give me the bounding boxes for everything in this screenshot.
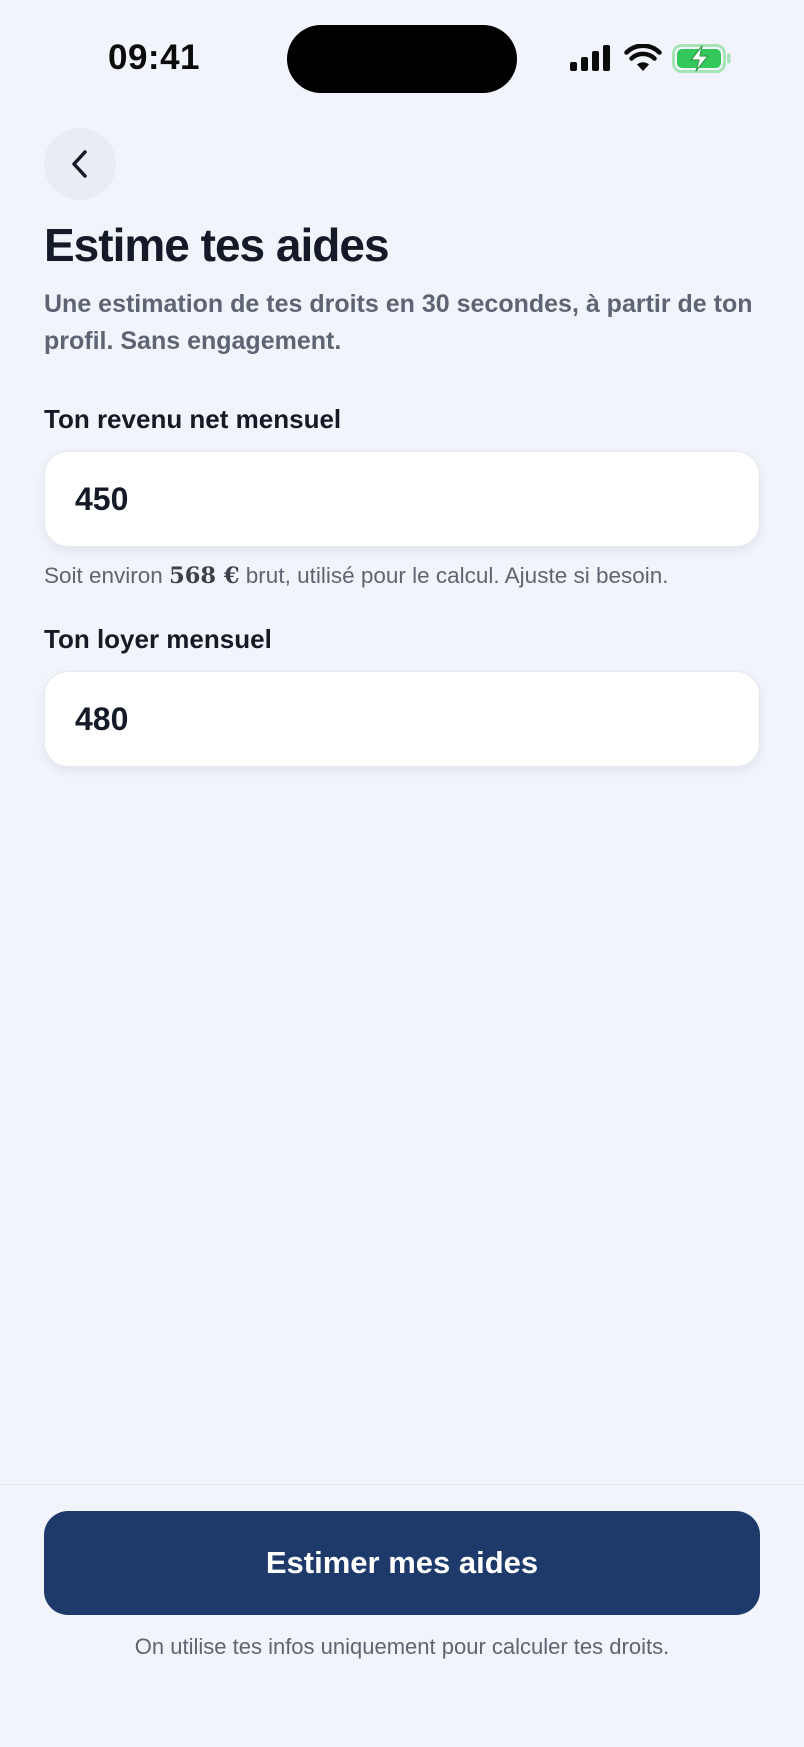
battery-charging-icon [672,44,731,73]
bottom-divider [0,1484,804,1485]
rent-input[interactable] [44,671,760,767]
page-subtitle: Une estimation de tes droits en 30 secon… [44,290,753,355]
helper-suffix: brut, utilisé pour le calcul. Ajuste si … [239,563,669,588]
dynamic-island [287,25,517,93]
gross-amount: 568 € [169,563,240,589]
estimate-button[interactable]: Estimer mes aides [44,1511,760,1615]
page-title: Estime tes aides [44,219,390,271]
wifi-icon [624,44,662,71]
privacy-note: On utilise tes infos uniquement pour cal… [134,1634,670,1659]
chevron-left-icon [72,150,87,178]
rent-label: Ton loyer mensuel [44,624,272,654]
helper-prefix: Soit environ [44,563,170,588]
back-button[interactable] [44,128,116,200]
income-input[interactable] [44,451,760,547]
income-label: Ton revenu net mensuel [44,404,342,434]
status-bar: 09:41 [0,0,804,110]
status-time: 09:41 [108,38,201,77]
signal-icon [570,45,610,71]
income-helper-text: Soit environ 568 € brut, utilisé pour le… [44,563,669,589]
